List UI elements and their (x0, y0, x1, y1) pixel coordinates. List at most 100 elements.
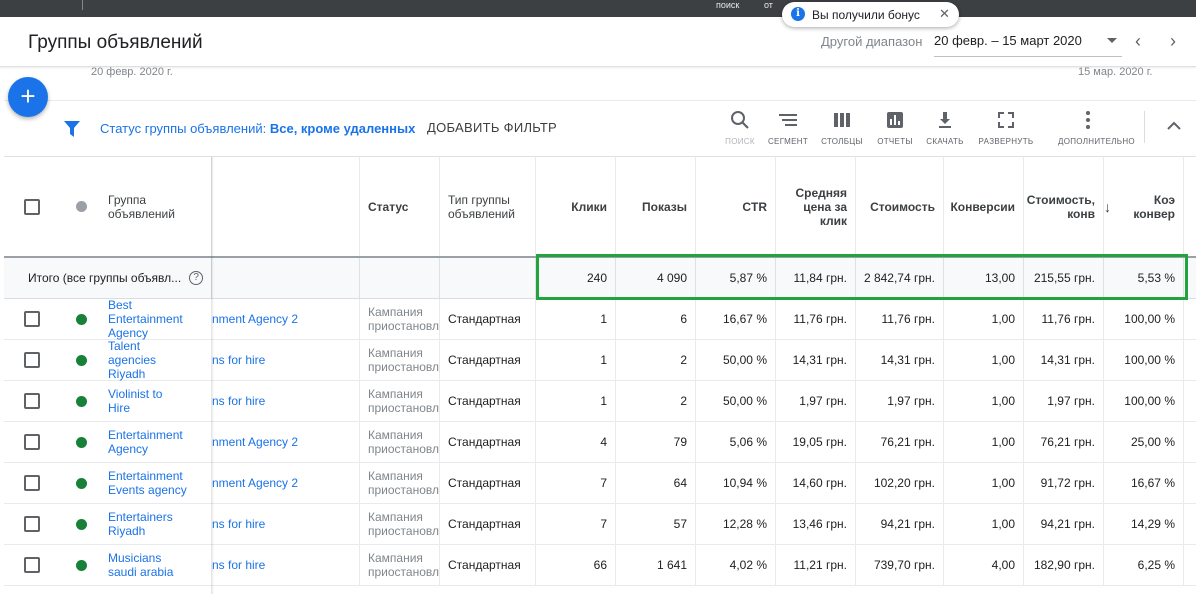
column-header-type[interactable]: Тип группы объявлений (440, 157, 536, 256)
ad-group-name-link[interactable]: Talent agencies Riyadh (108, 339, 156, 381)
column-header-clicks-label: Клики (571, 199, 607, 214)
row-checkbox[interactable] (24, 352, 40, 368)
add-filter-button[interactable]: ДОБАВИТЬ ФИЛЬТР (427, 120, 557, 135)
row-select-cell (4, 504, 60, 544)
cost-cell: 1,97 грн. (856, 381, 944, 421)
more-button[interactable]: ДОПОЛНИТЕЛЬНО (1058, 110, 1135, 146)
cost-cell: 76,21 грн. (856, 422, 944, 462)
campaign-link[interactable]: nment Agency 2 (212, 312, 298, 326)
total-label-cell: Итого (все группы объявл... ? (4, 258, 212, 298)
column-header-conversions[interactable]: Конверсии (944, 157, 1024, 256)
enabled-status-icon (75, 354, 87, 366)
chevron-left-icon[interactable]: ‹ (1129, 32, 1147, 50)
cost-cell: 11,76 грн. (856, 299, 944, 339)
top-bar-label-search[interactable]: поиск (716, 0, 739, 10)
status-text: Кампания приостановл (368, 469, 439, 497)
column-header-impressions[interactable]: Показы (616, 157, 696, 256)
cost-per-conv-cell: 1,97 грн. (1024, 381, 1104, 421)
table-row[interactable]: Best Entertainment Agency nment Agency 2… (4, 298, 1196, 340)
campaign-link[interactable]: ns for hire (212, 353, 265, 367)
table-row[interactable]: Entertainment Agency nment Agency 2 Камп… (4, 422, 1196, 463)
conv-rate-cell: 16,67 % (1104, 463, 1184, 503)
clicks-cell: 7 (536, 504, 616, 544)
row-checkbox[interactable] (24, 311, 40, 327)
conversions-cell: 1,00 (944, 299, 1024, 339)
bonus-notification[interactable]: i Вы получили бонус ✕ (782, 2, 959, 27)
table-row[interactable]: Musicians saudi arabia ns for hire Кампа… (4, 545, 1196, 586)
clicks-cell: 1 (536, 299, 616, 339)
impressions-cell: 79 (616, 422, 696, 462)
column-header-overflow (1184, 157, 1196, 256)
column-header-group[interactable]: Группа объявлений (100, 157, 212, 256)
total-status-cell (360, 258, 440, 298)
ad-group-name-link[interactable]: Entertainment Agency (108, 428, 183, 456)
row-checkbox[interactable] (24, 516, 40, 532)
campaign-link[interactable]: ns for hire (212, 558, 265, 572)
table-row[interactable]: Violinist to Hire ns for hire Кампания п… (4, 381, 1196, 422)
ad-group-name-line: Talent (108, 339, 141, 353)
row-select-cell (4, 299, 60, 339)
column-header-ctr[interactable]: CTR (696, 157, 776, 256)
ad-group-name-link[interactable]: Entertainment Events agency (108, 469, 187, 497)
campaign-link[interactable]: ns for hire (212, 394, 265, 408)
segment-icon (779, 114, 797, 126)
column-header-campaign[interactable] (212, 157, 360, 256)
campaign-link[interactable]: nment Agency 2 (212, 476, 298, 490)
column-header-cost-per-conv[interactable]: Стоимость, конв (1024, 157, 1104, 256)
table-row[interactable]: Entertainers Riyadh ns for hire Кампания… (4, 504, 1196, 545)
chevron-down-icon[interactable] (1107, 38, 1117, 43)
column-header-status[interactable]: Статус (360, 157, 440, 256)
row-status-dot-cell (60, 340, 102, 380)
ad-group-name-link[interactable]: Violinist to Hire (108, 387, 162, 415)
type-cell: Стандартная (440, 422, 536, 462)
row-checkbox[interactable] (24, 393, 40, 409)
ad-group-name-link[interactable]: Entertainers Riyadh (108, 510, 173, 538)
ad-group-name-line: Entertainment (108, 428, 183, 442)
column-header-clicks[interactable]: Клики (536, 157, 616, 256)
campaign-link[interactable]: ns for hire (212, 517, 265, 531)
total-clicks: 240 (536, 258, 616, 298)
ctr-cell: 16,67 % (696, 299, 776, 339)
table-row[interactable]: Entertainment Events agency nment Agency… (4, 463, 1196, 504)
segment-button[interactable]: СЕГМЕНТ (758, 110, 818, 146)
date-range-select[interactable]: 20 февр. – 15 март 2020 (934, 33, 1122, 57)
status-line: Кампания (368, 387, 423, 401)
column-header-cost[interactable]: Стоимость (856, 157, 944, 256)
ctr-cell: 12,28 % (696, 504, 776, 544)
row-checkbox[interactable] (24, 557, 40, 573)
download-button[interactable]: СКАЧАТЬ (915, 110, 975, 146)
conversions-cell: 1,00 (944, 381, 1024, 421)
plus-icon: + (20, 81, 36, 111)
help-icon[interactable]: ? (189, 271, 204, 285)
ad-group-name-line: saudi arabia (108, 565, 174, 579)
top-bar-label[interactable]: от (764, 0, 773, 10)
enabled-status-icon (75, 477, 87, 489)
select-all-checkbox[interactable] (24, 198, 40, 215)
close-icon[interactable]: ✕ (939, 6, 950, 22)
expand-button[interactable]: РАЗВЕРНУТЬ (976, 110, 1036, 146)
add-button[interactable]: + (8, 77, 48, 117)
row-status-dot-cell (60, 299, 102, 339)
total-ctr: 5,87 % (696, 258, 776, 298)
status-cell: Кампания приостановл (360, 381, 440, 421)
row-checkbox[interactable] (24, 475, 40, 491)
columns-button[interactable]: СТОЛБЦЫ (812, 110, 872, 146)
ad-group-name-link[interactable]: Musicians saudi arabia (108, 551, 173, 579)
enabled-status-icon (75, 559, 87, 571)
row-checkbox[interactable] (24, 434, 40, 450)
date-axis-start: 20 февр. 2020 г. (91, 66, 173, 78)
column-header-conv-rate[interactable]: ↓ Коэ конвер (1104, 157, 1184, 256)
status-filter-chip[interactable]: Статус группы объявлений: Все, кроме уда… (100, 121, 415, 136)
ad-group-name-cell: Entertainers Riyadh (100, 504, 212, 544)
columns-icon (834, 113, 850, 127)
chevron-right-icon[interactable]: › (1164, 32, 1182, 50)
chevron-up-icon[interactable] (1167, 118, 1181, 136)
campaign-link[interactable]: nment Agency 2 (212, 435, 298, 449)
ad-group-name-link[interactable]: Best Entertainment Agency (108, 298, 183, 340)
type-cell: Стандартная (440, 381, 536, 421)
filter-icon[interactable] (64, 121, 80, 143)
more-label: ДОПОЛНИТЕЛЬНО (1058, 137, 1135, 146)
column-header-avg-cpc[interactable]: Средняя цена за клик (776, 157, 856, 256)
enabled-status-icon (75, 313, 87, 325)
table-row[interactable]: Talent agencies Riyadh ns for hire Кампа… (4, 339, 1196, 381)
